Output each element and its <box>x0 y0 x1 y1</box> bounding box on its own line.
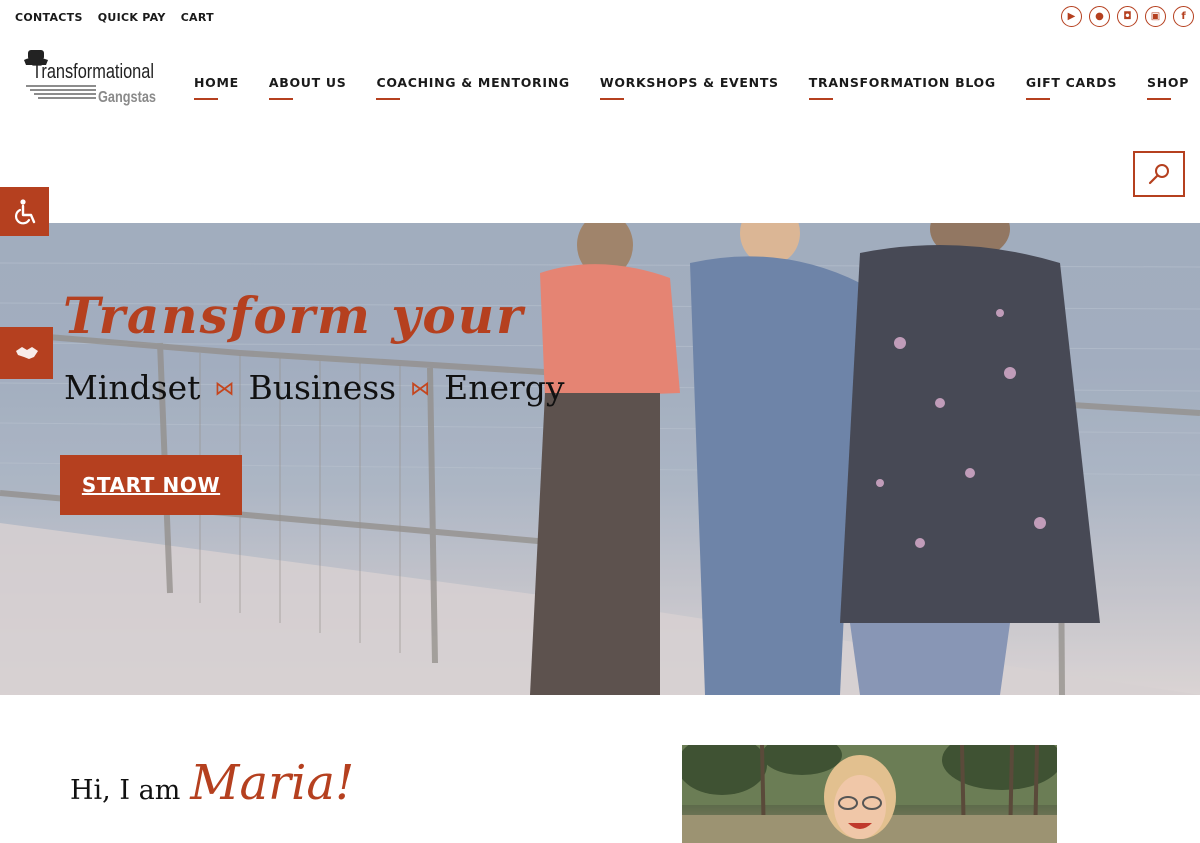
main-nav: HOME ABOUT US COACHING & MENTORING WORKS… <box>194 75 1189 100</box>
nav-shop[interactable]: SHOP <box>1147 75 1189 100</box>
logo-line1: Transformational <box>32 61 154 83</box>
nav-gift-cards[interactable]: GIFT CARDS <box>1025 75 1117 100</box>
hero-word-business: Business <box>248 368 397 407</box>
logo-line2: Gangstas <box>98 89 156 106</box>
quick-pay-link[interactable]: QUICK PAY <box>98 11 166 24</box>
youtube-icon[interactable]: ▶ <box>1061 6 1082 27</box>
youtube-tv-icon[interactable]: ▣ <box>1145 6 1166 27</box>
maria-photo-art <box>682 745 1057 843</box>
facebook-icon[interactable]: f <box>1173 6 1194 27</box>
nav-about-us[interactable]: ABOUT US <box>268 75 347 100</box>
about-greeting: Hi, I am <box>70 775 181 806</box>
search-button[interactable] <box>1133 151 1185 197</box>
top-links: CONTACTS QUICK PAY CART <box>15 11 214 24</box>
nav-transformation-blog[interactable]: TRANSFORMATION BLOG <box>808 75 996 100</box>
logo[interactable]: Transformational Gangstas <box>20 46 160 108</box>
top-bar: CONTACTS QUICK PAY CART ▶ ● ◘ ▣ f <box>0 0 1200 34</box>
hero-word-mindset: Mindset <box>64 368 201 407</box>
start-now-button[interactable]: START NOW <box>60 455 242 515</box>
hero-subtitle: Mindset ⋈ Business ⋈ Energy <box>64 368 565 407</box>
instagram-icon[interactable]: ◘ <box>1117 6 1138 27</box>
logo-mark: Transformational Gangstas <box>24 50 156 106</box>
butterfly-icon: ⋈ <box>410 375 431 400</box>
partner-button[interactable] <box>0 327 53 379</box>
apple-icon[interactable]: ● <box>1089 6 1110 27</box>
social-icons: ▶ ● ◘ ▣ f <box>1061 6 1194 27</box>
hero-word-energy: Energy <box>444 368 565 407</box>
wheelchair-icon <box>14 198 35 224</box>
cart-link[interactable]: CART <box>181 11 214 24</box>
hero-title: Transform your <box>63 286 525 345</box>
contacts-link[interactable]: CONTACTS <box>15 11 83 24</box>
search-icon <box>1148 164 1169 185</box>
butterfly-icon: ⋈ <box>214 375 235 400</box>
hero-banner: Transform your Mindset ⋈ Business ⋈ Ener… <box>0 223 1200 695</box>
nav-coaching-mentoring[interactable]: COACHING & MENTORING <box>376 75 569 100</box>
nav-home[interactable]: HOME <box>194 75 239 100</box>
handshake-icon <box>15 347 38 359</box>
accessibility-button[interactable] <box>0 187 49 236</box>
about-heading: Hi, I am Maria! <box>70 755 354 811</box>
about-name: Maria! <box>190 755 355 811</box>
maria-photo <box>682 745 1057 843</box>
nav-workshops-events[interactable]: WORKSHOPS & EVENTS <box>599 75 779 100</box>
